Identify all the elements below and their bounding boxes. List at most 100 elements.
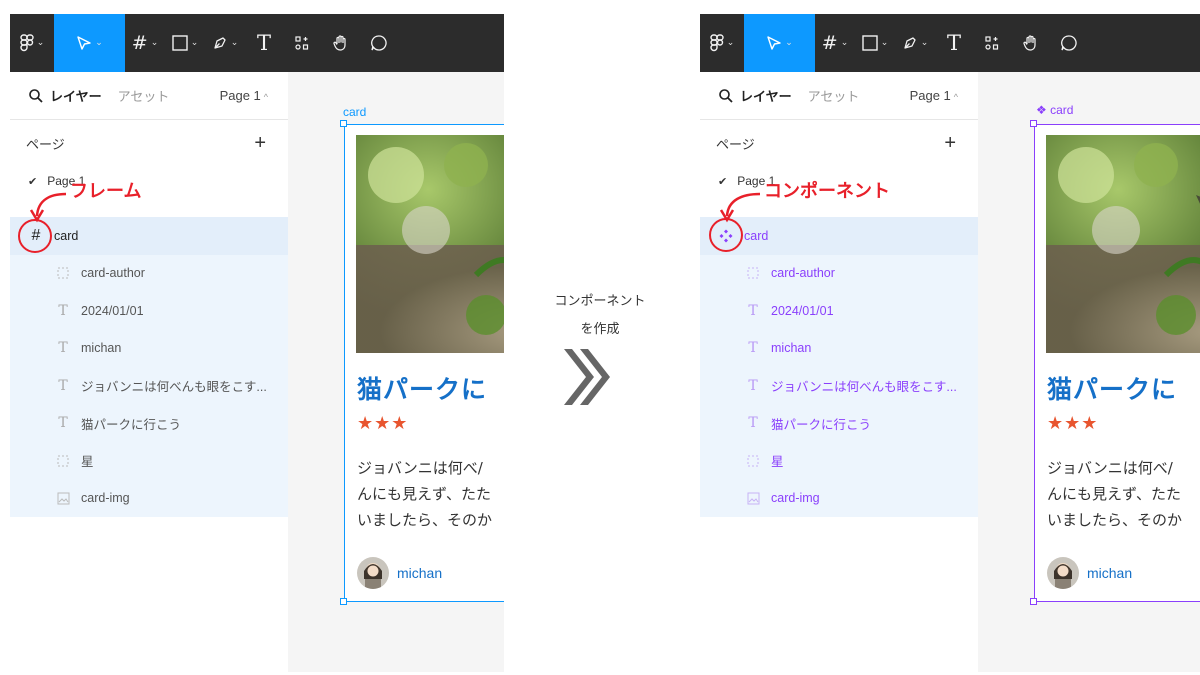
card-author: michan	[1047, 557, 1132, 589]
card-body-line: いましたら、そのか	[1047, 511, 1183, 529]
resize-handle[interactable]	[1030, 598, 1037, 605]
layer-michan[interactable]: T michan	[10, 329, 288, 367]
layer-title-text[interactable]: T 猫パークに行こう	[700, 404, 978, 442]
layer-label: card	[744, 228, 769, 243]
layer-label: ジョバンニは何べんも眼をこす...	[771, 380, 957, 395]
move-tool-button[interactable]: ⌄	[744, 14, 815, 72]
layer-label: michan	[81, 341, 122, 356]
resources-tool-button[interactable]	[973, 14, 1011, 72]
search-icon[interactable]	[718, 88, 734, 104]
pages-header: ページ +	[10, 120, 288, 166]
layer-card-img[interactable]: card-img	[10, 479, 288, 517]
tab-layers[interactable]: レイヤー	[50, 86, 102, 105]
card-body-line: いましたら、そのか	[357, 511, 493, 529]
layer-body-text[interactable]: T ジョバンニは何べんも眼をこす...	[700, 367, 978, 405]
caption-line: を作成	[580, 322, 620, 337]
layer-label: 2024/01/01	[81, 303, 144, 318]
comment-tool-button[interactable]	[1051, 14, 1087, 72]
shape-tool-button[interactable]: ⌄	[855, 14, 895, 72]
annotation-arrow	[719, 192, 761, 223]
resize-handle[interactable]	[340, 120, 347, 127]
text-icon: T	[748, 340, 758, 357]
check-icon: ✔	[718, 175, 728, 188]
card-body-text: ジョバンニは何べ/ んにも見えず、たた いましたら、そのか	[1047, 455, 1200, 533]
layer-card-author[interactable]: card-author	[700, 254, 978, 292]
move-tool-button[interactable]: ⌄	[54, 14, 125, 72]
text-tool-button[interactable]: T	[245, 14, 283, 72]
text-tool-button[interactable]: T	[935, 14, 973, 72]
resize-handle[interactable]	[1030, 120, 1037, 127]
pages-title: ページ	[716, 136, 755, 152]
search-icon[interactable]	[28, 88, 44, 104]
card-body-line: ジョバンニは何べ/	[357, 459, 483, 477]
hand-tool-button[interactable]	[321, 14, 361, 72]
tab-assets[interactable]: アセット	[118, 86, 170, 105]
text-icon: T	[58, 340, 68, 357]
layer-label: 2024/01/01	[771, 303, 834, 318]
text-icon: T	[58, 302, 68, 319]
add-page-icon[interactable]: +	[254, 132, 266, 155]
card-body-line: んにも見えず、たた	[357, 485, 491, 503]
layer-label: 猫パークに行こう	[771, 417, 872, 432]
layer-stars[interactable]: 星	[10, 442, 288, 480]
pages-title: ページ	[26, 136, 65, 152]
auto-layout-icon	[54, 267, 72, 279]
card-frame[interactable]: 猫パークに ★★★ ジョバンニは何べ/ んにも見えず、たた いましたら、そのか …	[344, 124, 504, 602]
layer-card-img[interactable]: card-img	[700, 479, 978, 517]
page-selector-label: Page 1	[909, 88, 951, 103]
text-icon: T	[748, 415, 758, 432]
frame-tool-button[interactable]: # ⌄	[815, 14, 855, 72]
pen-tool-button[interactable]: ⌄	[895, 14, 935, 72]
resize-handle[interactable]	[340, 598, 347, 605]
comment-tool-button[interactable]	[361, 14, 397, 72]
tab-assets[interactable]: アセット	[808, 86, 860, 105]
layer-date[interactable]: T 2024/01/01	[10, 292, 288, 330]
text-icon: T	[748, 377, 758, 394]
rating-stars: ★★★	[357, 413, 409, 434]
layer-card-author[interactable]: card-author	[10, 254, 288, 292]
tab-layers[interactable]: レイヤー	[740, 86, 792, 105]
layer-label: card-author	[81, 266, 145, 281]
check-icon: ✔	[28, 175, 38, 188]
resources-tool-button[interactable]	[283, 14, 321, 72]
frame-tool-button[interactable]: # ⌄	[125, 14, 165, 72]
text-icon: T	[748, 302, 758, 319]
card-component-label: ❖ card	[1036, 103, 1074, 117]
layer-date[interactable]: T 2024/01/01	[700, 292, 978, 330]
auto-layout-icon	[744, 455, 762, 467]
card-author: michan	[357, 557, 442, 589]
author-name: michan	[397, 565, 443, 581]
layer-title-text[interactable]: T 猫パークに行こう	[10, 404, 288, 442]
auto-layout-icon	[744, 267, 762, 279]
annotation-frame-label: フレーム	[70, 181, 142, 202]
card-title: 猫パークに	[1047, 375, 1178, 404]
page-selector[interactable]: Page 1 ^	[910, 88, 958, 103]
rating-stars: ★★★	[1047, 413, 1099, 434]
layer-body-text[interactable]: T ジョバンニは何べんも眼をこす...	[10, 367, 288, 405]
add-page-icon[interactable]: +	[944, 132, 956, 155]
card-title: 猫パークに	[357, 375, 488, 404]
image-icon	[54, 492, 72, 505]
sidebar-tabs: レイヤー アセット Page 1 ^	[10, 72, 288, 120]
double-chevron-right-icon	[564, 349, 610, 405]
shape-tool-button[interactable]: ⌄	[165, 14, 205, 72]
comparison-figure: ⌄ ⌄ # ⌄ ⌄ ⌄ T レイヤー アセット Page 1 ^ ページ + ✔…	[0, 0, 1200, 675]
figma-panel-component: ⌄ ⌄ # ⌄ ⌄ ⌄ T レイヤー アセット Page 1 ^ ページ + ✔…	[700, 14, 1200, 672]
layer-list: # card card-author T 2024/01/01 T michan…	[10, 217, 288, 517]
layer-label: 猫パークに行こう	[81, 417, 182, 432]
layer-label: 星	[771, 455, 784, 470]
layer-label: card	[54, 228, 79, 243]
transition-caption: コンポーネント を作成	[505, 288, 695, 344]
hand-tool-button[interactable]	[1011, 14, 1051, 72]
layer-label: 星	[81, 455, 94, 470]
design-canvas[interactable]: card 猫パークに ★★★ ジョバンニは何べ/ んにも見えず、たた いましたら…	[288, 72, 504, 672]
page-selector[interactable]: Page 1 ^	[220, 88, 268, 103]
card-component[interactable]: 猫パークに ★★★ ジョバンニは何べ/ んにも見えず、たた いましたら、そのか …	[1034, 124, 1200, 602]
design-canvas[interactable]: ❖ card 猫パークに ★★★ ジョバンニは何べ/ んにも見えず、たた いまし…	[978, 72, 1200, 672]
pen-tool-button[interactable]: ⌄	[205, 14, 245, 72]
layer-stars[interactable]: 星	[700, 442, 978, 480]
figma-logo-icon[interactable]: ⌄	[700, 14, 744, 72]
figma-logo-icon[interactable]: ⌄	[10, 14, 54, 72]
layer-michan[interactable]: T michan	[700, 329, 978, 367]
auto-layout-icon	[54, 455, 72, 467]
